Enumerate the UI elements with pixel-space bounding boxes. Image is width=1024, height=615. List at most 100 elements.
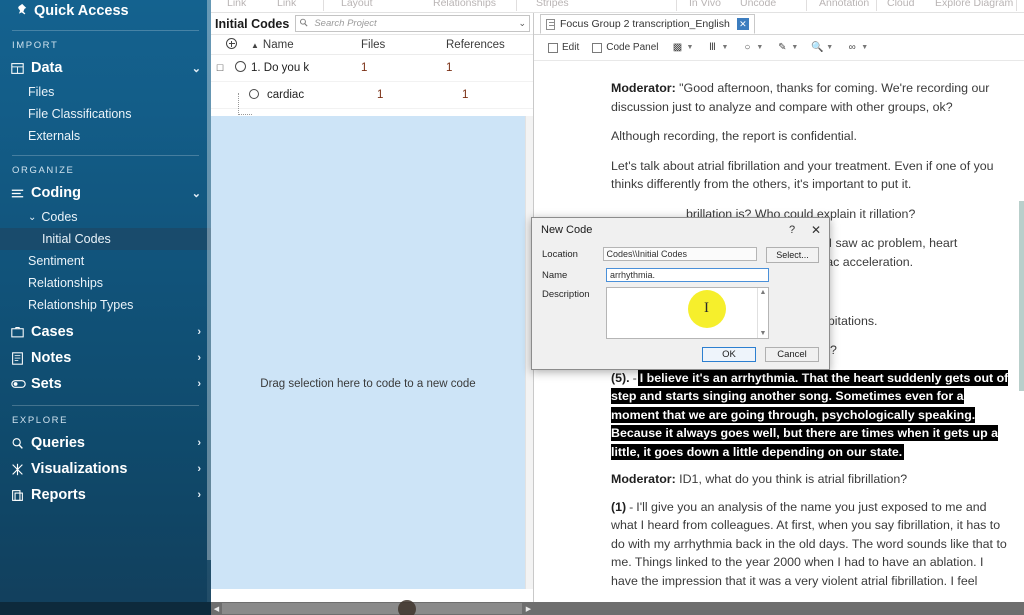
highlighted-quote[interactable]: (5). - I believe it's an arrhythmia. That …: [611, 369, 1011, 462]
scroll-left-icon[interactable]: ◀: [211, 605, 222, 613]
scroll-down-icon[interactable]: ▼: [760, 330, 767, 337]
chevron-right-icon: ›: [197, 463, 201, 475]
chevron-right-icon: ›: [197, 326, 201, 338]
drag-hint-label: Drag selection here to code to a new cod…: [260, 378, 476, 390]
sidebar-item-cases[interactable]: Cases ›: [0, 319, 211, 345]
chevron-down-icon: ▼: [686, 44, 694, 51]
ribbon-button-link[interactable]: Link: [277, 0, 296, 9]
ribbon-button-explore-diagram[interactable]: Explore Diagram: [935, 0, 1013, 9]
help-icon[interactable]: ?: [781, 224, 803, 236]
chevron-right-icon: ›: [197, 378, 201, 390]
name-field[interactable]: arrhythmia.: [606, 268, 769, 282]
sidebar-item-sentiment[interactable]: Sentiment: [0, 250, 211, 272]
layout-dropdown[interactable]: ▩ ▼: [672, 42, 694, 53]
document-scrollbar[interactable]: [1019, 61, 1024, 589]
close-icon[interactable]: ✕: [803, 223, 829, 237]
sidebar-item-file-classifications[interactable]: File Classifications: [0, 103, 211, 125]
expand-toggle-icon[interactable]: ☐: [211, 63, 229, 74]
chevron-down-icon: ▼: [861, 44, 869, 51]
document-icon: [546, 18, 555, 30]
ribbon-button-layout[interactable]: Layout: [341, 0, 373, 9]
drag-to-code-zone[interactable]: Drag selection here to code to a new cod…: [211, 116, 525, 589]
list-icon: [11, 187, 31, 200]
table-row[interactable]: ☐ 1. Do you k 1 1: [211, 55, 533, 82]
sidebar-item-relationship-types[interactable]: Relationship Types: [0, 294, 211, 316]
search-input[interactable]: Search Project ⌄: [295, 15, 530, 32]
sidebar-item-initial-codes[interactable]: Initial Codes: [0, 228, 211, 250]
select-all-icon[interactable]: [211, 37, 251, 52]
code-references-count: 1: [446, 62, 453, 74]
section-header-import: IMPORT: [12, 40, 59, 51]
tab-focus-group-2[interactable]: Focus Group 2 transcription_English ✕: [540, 14, 755, 34]
codes-list-pane: Initial Codes Search Project ⌄ ▲ Name Fil…: [211, 13, 534, 602]
sidebar-item-sets[interactable]: Sets ›: [0, 371, 211, 397]
chevron-down-icon: ▼: [756, 44, 764, 51]
ribbon-button-relationships[interactable]: Relationships: [433, 0, 496, 9]
location-field[interactable]: Codes\\Initial Codes: [602, 247, 757, 261]
sidebar-item-notes[interactable]: Notes ›: [0, 345, 211, 371]
transcript-paragraph: Moderator: ID1, what do you think is atr…: [611, 470, 1011, 489]
scroll-right-icon[interactable]: ▶: [523, 605, 534, 613]
edit-checkbox[interactable]: Edit: [548, 42, 579, 53]
ribbon-button-stripes[interactable]: Stripes: [536, 0, 569, 9]
highlight-dropdown[interactable]: ✎ ▼: [776, 42, 798, 53]
code-name: 1. Do you k: [251, 62, 310, 74]
close-icon[interactable]: ✕: [736, 18, 749, 30]
ok-button[interactable]: OK: [702, 347, 756, 362]
code-circle-icon: [229, 61, 251, 75]
chevron-right-icon: ›: [197, 437, 201, 449]
chevron-down-icon: ⌄: [191, 62, 201, 75]
sidebar-divider-2: [12, 155, 199, 156]
speaker-label: Moderator:: [611, 81, 676, 95]
sidebar-item-codes[interactable]: ⌄ Codes: [0, 206, 211, 228]
select-button[interactable]: Select...: [765, 247, 819, 263]
link-dropdown[interactable]: ∞ ▼: [846, 42, 869, 53]
chevron-down-icon: ⌄: [191, 187, 201, 200]
sidebar-item-queries[interactable]: Queries ›: [0, 430, 211, 456]
sidebar-item-relationship-types-label: Relationship Types: [28, 298, 134, 312]
sidebar-item-files[interactable]: Files: [0, 81, 211, 103]
ribbon-button-link[interactable]: Link: [227, 0, 246, 9]
ribbon-separator: [806, 0, 807, 11]
chevron-right-icon: ›: [197, 489, 201, 501]
sidebar-item-coding[interactable]: Coding ⌄: [0, 180, 211, 206]
new-code-dialog: New Code ? ✕ Location Codes\\Initial Cod…: [531, 217, 830, 370]
column-header-name[interactable]: ▲ Name: [251, 39, 361, 51]
code-circle-icon: ○: [744, 42, 751, 53]
dialog-titlebar[interactable]: New Code ? ✕: [532, 218, 829, 242]
dialog-title: New Code: [541, 224, 593, 236]
ribbon-button-uncode[interactable]: Uncode: [740, 0, 776, 9]
stripes-icon: Ⅲ: [708, 42, 716, 53]
sidebar-item-externals[interactable]: Externals: [0, 125, 211, 147]
cancel-button[interactable]: Cancel: [765, 347, 819, 362]
ribbon-button-cloud[interactable]: Cloud: [887, 0, 914, 9]
quick-access-label: Quick Access: [34, 3, 129, 19]
sidebar-item-data[interactable]: Data ⌄: [0, 55, 211, 81]
layout-icon: ▩: [672, 42, 683, 53]
sidebar-item-visualizations[interactable]: Visualizations ›: [0, 456, 211, 482]
quick-access-item[interactable]: Quick Access: [0, 0, 211, 22]
chevron-down-icon: ▼: [791, 44, 799, 51]
column-header-files[interactable]: Files: [361, 39, 446, 51]
code-references-count: 1: [462, 89, 469, 101]
sidebar-divider-3: [12, 405, 199, 406]
code-circle-dropdown[interactable]: ○ ▼: [741, 42, 763, 53]
table-row[interactable]: cardiac 1 1: [211, 82, 533, 109]
sidebar-item-cases-label: Cases: [31, 324, 74, 340]
description-scrollbar[interactable]: ▲ ▼: [757, 288, 768, 338]
document-tabstrip: Focus Group 2 transcription_English ✕: [534, 13, 1024, 35]
zoom-dropdown[interactable]: 🔍 ▼: [811, 42, 833, 53]
ribbon-button-annotation[interactable]: Annotation: [819, 0, 869, 9]
sidebar-item-reports[interactable]: Reports ›: [0, 482, 211, 508]
scroll-up-icon[interactable]: ▲: [760, 289, 767, 296]
scroll-thumb[interactable]: [222, 603, 522, 614]
chart-icon: [11, 463, 31, 476]
sidebar-item-relationships[interactable]: Relationships: [0, 272, 211, 294]
document-hscrollbar[interactable]: [534, 602, 1024, 615]
column-header-references[interactable]: References: [446, 39, 533, 51]
ribbon-button-in-vivo[interactable]: In Vivo: [689, 0, 721, 9]
stripes-dropdown[interactable]: Ⅲ ▼: [706, 42, 728, 53]
code-panel-checkbox[interactable]: Code Panel: [592, 42, 659, 53]
list-pane-hscrollbar[interactable]: ◀ ▶: [211, 602, 534, 615]
chevron-down-icon[interactable]: ⌄: [518, 18, 526, 29]
